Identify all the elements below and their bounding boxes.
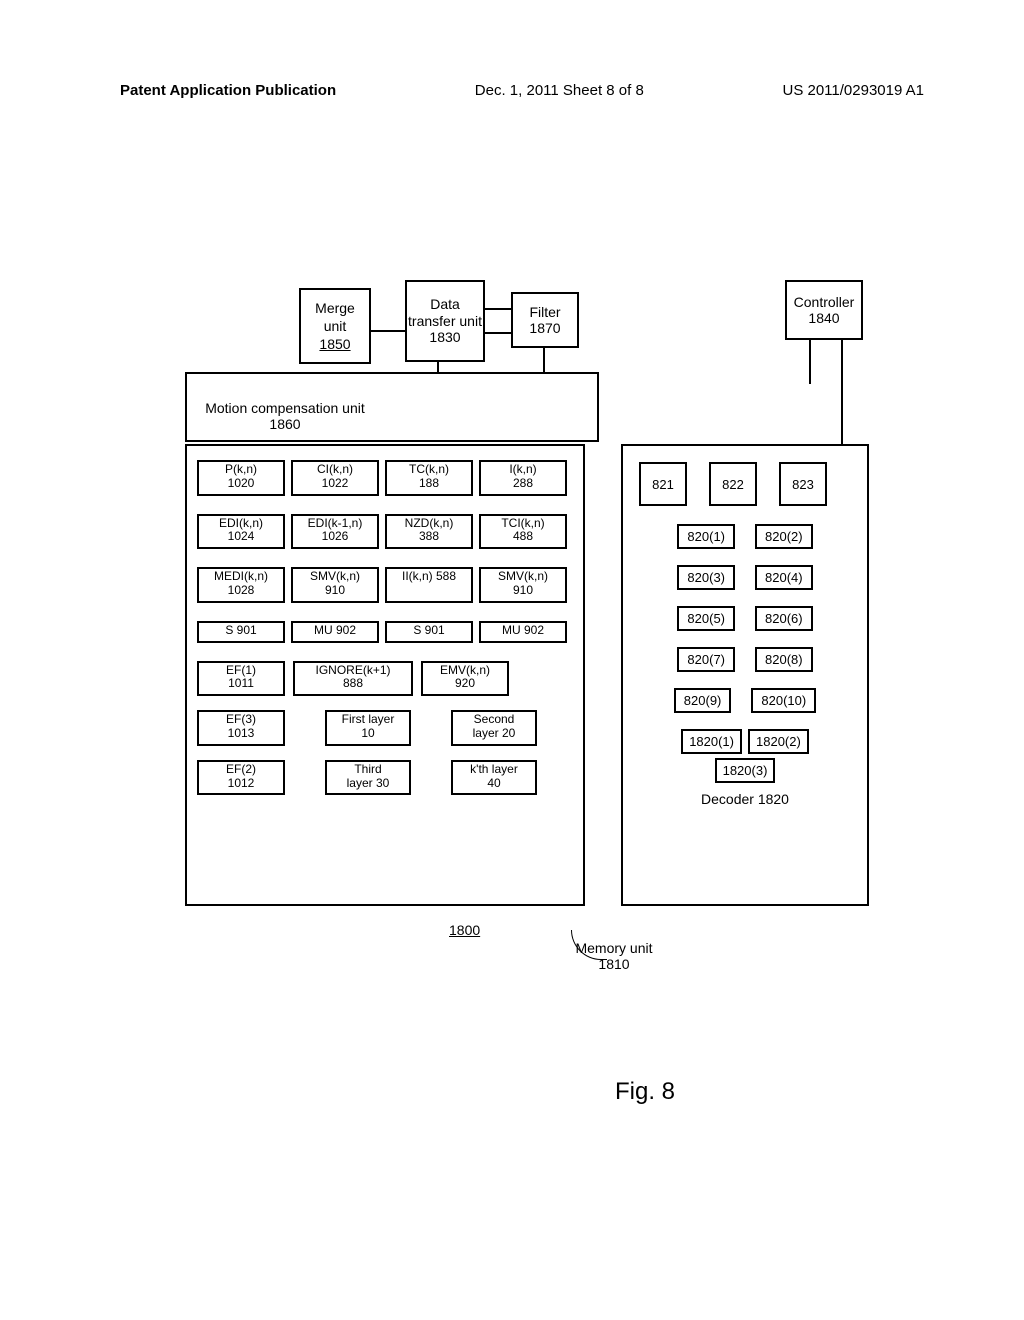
decoder-cell: 820(3): [677, 565, 735, 590]
mem-cell: SMV(k,n)910: [291, 567, 379, 603]
mem-cell: SMV(k,n)910: [479, 567, 567, 603]
mem-cell: TC(k,n)188: [385, 460, 473, 496]
decoder-cell: 820(4): [755, 565, 813, 590]
merge-unit-box: Merge unit 1850: [299, 288, 371, 364]
mem-cell: EMV(k,n)920: [421, 661, 509, 697]
decoder-cell: 820(7): [677, 647, 735, 672]
filter-box: Filter 1870: [511, 292, 579, 348]
decoder-cell: 822: [709, 462, 757, 506]
decoder-cell: 820(6): [755, 606, 813, 631]
mem-cell: S 901: [197, 621, 285, 643]
data-transfer-unit-box: Data transfer unit 1830: [405, 280, 485, 362]
decoder-cell: 1820(1): [681, 729, 742, 754]
mem-cell: MU 902: [291, 621, 379, 643]
mem-cell: Secondlayer 20: [451, 710, 537, 746]
decoder-cell: 823: [779, 462, 827, 506]
connector: [371, 330, 405, 332]
connector: [809, 340, 811, 384]
figure-label: Fig. 8: [615, 1078, 675, 1106]
mem-cell: First layer10: [325, 710, 411, 746]
header-mid: Dec. 1, 2011 Sheet 8 of 8: [475, 82, 644, 99]
decoder-cell: 820(2): [755, 524, 813, 549]
decoder-box: 821 822 823 820(1) 820(2) 820(3) 820(4) 82…: [621, 444, 869, 906]
decoder-cell: 1820(3): [715, 758, 776, 783]
mem-cell: Thirdlayer 30: [325, 760, 411, 796]
connector: [485, 308, 511, 310]
memory-unit-box: P(k,n)1020 CI(k,n)1022 TC(k,n)188 I(k,n)…: [185, 444, 585, 906]
decoder-cell: 1820(2): [748, 729, 809, 754]
decoder-cell: 820(8): [755, 647, 813, 672]
motion-compensation-unit-box: Motion compensation unit 1860: [185, 372, 599, 442]
decoder-cell: 821: [639, 462, 687, 506]
connector: [841, 340, 843, 444]
decoder-cell: 820(1): [677, 524, 735, 549]
header-right: US 2011/0293019 A1: [782, 82, 924, 99]
system-number: 1800: [449, 922, 480, 938]
mem-cell: I(k,n)288: [479, 460, 567, 496]
mem-cell: NZD(k,n)388: [385, 514, 473, 550]
mem-cell: II(k,n) 588: [385, 567, 473, 603]
mem-cell: S 901: [385, 621, 473, 643]
mem-cell: EF(1)1011: [197, 661, 285, 697]
figure-8-diagram: Motion compensation unit 1860 Merge unit…: [185, 280, 871, 906]
mem-cell: EF(3)1013: [197, 710, 285, 746]
controller-box: Controller 1840: [785, 280, 863, 340]
decoder-cell: 820(5): [677, 606, 735, 631]
decoder-label: Decoder 1820: [639, 791, 851, 807]
mem-cell: TCI(k,n)488: [479, 514, 567, 550]
mem-cell: CI(k,n)1022: [291, 460, 379, 496]
connector: [485, 332, 511, 334]
decoder-cell: 820(9): [674, 688, 732, 713]
mem-cell: MU 902: [479, 621, 567, 643]
memory-unit-label: Memory unit 1810: [569, 940, 659, 972]
mem-cell: EDI(k-1,n)1026: [291, 514, 379, 550]
mem-cell: EDI(k,n)1024: [197, 514, 285, 550]
connector: [543, 348, 545, 374]
decoder-cell: 820(10): [751, 688, 816, 713]
header-left: Patent Application Publication: [120, 82, 336, 99]
mem-cell: P(k,n)1020: [197, 460, 285, 496]
mem-cell: MEDI(k,n)1028: [197, 567, 285, 603]
mem-cell: k'th layer40: [451, 760, 537, 796]
mem-cell: EF(2)1012: [197, 760, 285, 796]
mem-cell: IGNORE(k+1)888: [293, 661, 413, 697]
mcu-label: Motion compensation unit 1860: [195, 400, 375, 432]
